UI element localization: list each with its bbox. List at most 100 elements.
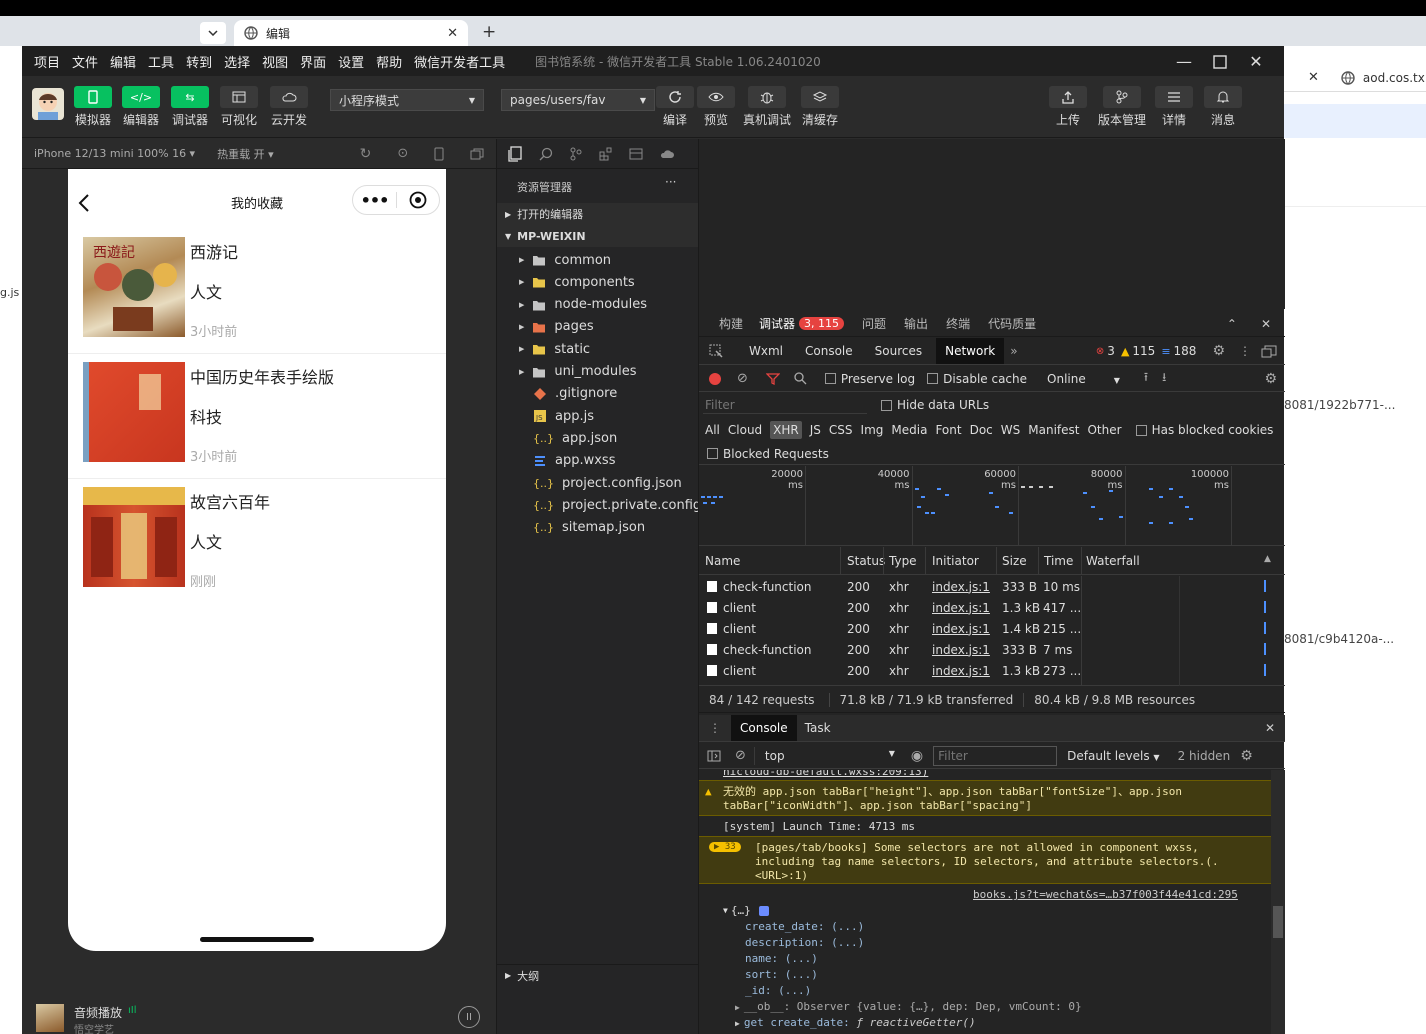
col-name[interactable]: Name xyxy=(705,554,740,568)
debugger-button[interactable]: ⇆ 调试器 xyxy=(171,86,209,128)
hot-reload-toggle[interactable]: 热重载 开 ▾ xyxy=(217,146,274,162)
console-filter-input[interactable] xyxy=(933,745,1058,766)
close-icon[interactable]: ✕ xyxy=(447,26,458,41)
capsule-close-icon[interactable] xyxy=(397,191,439,209)
object-property[interactable]: description: (...) xyxy=(745,936,864,949)
blocked-requests-checkbox[interactable]: Blocked Requests xyxy=(707,447,829,461)
type-filter[interactable]: All xyxy=(705,423,720,437)
browser-tab-active[interactable]: 编辑 ✕ xyxy=(234,20,468,46)
sort-up-icon[interactable]: ▲ xyxy=(1264,554,1271,564)
disable-cache-checkbox[interactable]: Disable cache xyxy=(927,372,1027,386)
popout-icon[interactable] xyxy=(470,148,484,160)
type-filter[interactable]: Cloud xyxy=(728,423,762,437)
editor-button[interactable]: </> 编辑器 xyxy=(122,86,160,128)
clear-cache-button[interactable]: 清缓存 xyxy=(801,86,839,128)
object-accessor[interactable]: ▶ get create_date: ƒ reactiveGetter() xyxy=(735,1016,976,1029)
type-filter[interactable]: Img xyxy=(861,423,884,437)
menu-help[interactable]: 帮助 xyxy=(376,52,402,71)
table-row[interactable]: client 200 xhr index.js:1 1.4 kB 215 ... xyxy=(701,618,1281,639)
tab-list-button[interactable] xyxy=(200,22,226,44)
file-item[interactable]: {..} project.private.config.js... xyxy=(497,494,728,516)
type-filter[interactable]: XHR xyxy=(770,421,802,439)
type-filter[interactable]: Other xyxy=(1087,423,1121,437)
menu-view[interactable]: 视图 xyxy=(262,52,288,71)
gear-icon[interactable]: ⚙ xyxy=(1264,371,1277,387)
tab-debugger[interactable]: 调试器 xyxy=(759,315,795,332)
row-initiator[interactable]: index.js:1 xyxy=(932,643,990,657)
type-filter[interactable]: CSS xyxy=(829,423,853,437)
pause-icon[interactable]: II xyxy=(458,1006,480,1028)
object-property[interactable]: _id: (...) xyxy=(745,984,811,997)
folder-item[interactable]: ▶ common xyxy=(497,249,699,271)
object-tree-root[interactable]: ▼ {…} xyxy=(723,904,769,917)
tab-build[interactable]: 构建 xyxy=(719,315,743,332)
close-drawer-icon[interactable]: ✕ xyxy=(1265,721,1275,735)
file-item[interactable]: JS app.js xyxy=(497,405,699,427)
drawer-tab-console[interactable]: Console xyxy=(731,715,797,741)
minimize-icon[interactable]: — xyxy=(1166,52,1202,71)
simulator-button[interactable]: 模拟器 xyxy=(74,86,112,128)
export-har-icon[interactable]: ⭳ xyxy=(1162,368,1166,389)
more-icon[interactable]: ··· xyxy=(665,175,676,189)
version-button[interactable]: 版本管理 xyxy=(1098,86,1146,128)
root-folder-section[interactable]: ▼ MP-WEIXIN xyxy=(497,225,699,247)
tab-console[interactable]: Console xyxy=(805,344,853,358)
mode-select[interactable]: 小程序模式 ▼ xyxy=(330,89,484,111)
menu-interface[interactable]: 界面 xyxy=(300,52,326,71)
type-filter[interactable]: Doc xyxy=(970,423,993,437)
messages-button[interactable]: 消息 xyxy=(1204,86,1242,128)
menu-select[interactable]: 选择 xyxy=(224,52,250,71)
remote-debug-button[interactable]: 真机调试 xyxy=(743,86,791,128)
menu-edit[interactable]: 编辑 xyxy=(110,52,136,71)
preview-button[interactable]: 预览 xyxy=(697,86,735,128)
audio-player-bar[interactable]: 音频播放 ıIl 悟空学艺 II xyxy=(22,1004,496,1034)
table-row[interactable]: client 200 xhr index.js:1 1.3 kB 417 ... xyxy=(701,597,1281,618)
kebab-icon[interactable]: ⋮ xyxy=(1239,344,1251,358)
col-initiator[interactable]: Initiator xyxy=(932,554,979,568)
row-initiator[interactable]: index.js:1 xyxy=(932,622,990,636)
preserve-log-checkbox[interactable]: Preserve log xyxy=(824,372,915,386)
menu-file[interactable]: 文件 xyxy=(72,52,98,71)
hide-data-urls-checkbox[interactable]: Hide data URLs xyxy=(881,398,989,412)
device-select[interactable]: iPhone 12/13 mini 100% 16 ▾ xyxy=(34,147,195,160)
file-item[interactable]: {..} project.config.json xyxy=(497,472,699,494)
col-type[interactable]: Type xyxy=(889,554,917,568)
col-waterfall[interactable]: Waterfall xyxy=(1086,554,1140,568)
table-row[interactable]: client 200 xhr index.js:1 1.3 kB 273 ... xyxy=(701,660,1281,681)
tab-wxml[interactable]: Wxml xyxy=(749,344,783,358)
type-filter[interactable]: Font xyxy=(935,423,961,437)
file-item[interactable]: {..} app.json xyxy=(497,427,699,449)
drawer-menu-icon[interactable]: ⋮ xyxy=(709,721,721,735)
folder-item[interactable]: ▶ node-modules xyxy=(497,294,699,316)
inspect-icon[interactable] xyxy=(709,344,723,358)
has-blocked-cookies-checkbox[interactable]: Has blocked cookies xyxy=(1135,423,1273,437)
type-filter[interactable]: WS xyxy=(1001,423,1020,437)
object-observer[interactable]: ▶ __ob__: Observer {value: {…}, dep: Dep,… xyxy=(735,1000,1082,1013)
outline-section[interactable]: ▶ 大纲 xyxy=(497,964,699,986)
chevron-up-icon[interactable]: ⌃ xyxy=(1227,317,1237,331)
folder-item[interactable]: ▶ pages xyxy=(497,316,699,338)
table-row[interactable]: check-function 200 xhr index.js:1 333 B 7 ms xyxy=(701,639,1281,660)
upload-button[interactable]: 上传 xyxy=(1049,86,1087,128)
gear-icon[interactable]: ⚙ xyxy=(1212,343,1225,359)
row-initiator[interactable]: index.js:1 xyxy=(932,601,990,615)
details-button[interactable]: 详情 xyxy=(1155,86,1193,128)
avatar[interactable] xyxy=(32,88,64,120)
type-filter[interactable]: Manifest xyxy=(1028,423,1079,437)
console-scrollbar[interactable] xyxy=(1271,770,1285,1034)
clear-icon[interactable]: ⊘ xyxy=(737,371,748,386)
file-item[interactable]: {..} sitemap.json xyxy=(497,517,699,539)
type-filter[interactable]: JS xyxy=(810,423,821,437)
file-item[interactable]: .gitignore xyxy=(497,383,699,405)
file-item[interactable]: app.wxss xyxy=(497,450,699,472)
tab-network[interactable]: Network xyxy=(936,338,1005,364)
tab-code-quality[interactable]: 代码质量 xyxy=(988,315,1036,332)
row-initiator[interactable]: index.js:1 xyxy=(932,664,990,678)
filter-icon[interactable] xyxy=(765,372,780,385)
cloud-button[interactable]: 云开发 xyxy=(270,86,308,128)
compile-path-select[interactable]: pages/users/fav ▼ xyxy=(501,89,655,111)
tab-output[interactable]: 输出 xyxy=(904,315,928,332)
source-link[interactable]: books.js?t=wechat&s=…b37f003f44e41cd:295 xyxy=(973,888,1238,901)
col-status[interactable]: Status xyxy=(847,554,885,568)
log-levels-select[interactable]: Default levels ▼ xyxy=(1067,749,1159,763)
